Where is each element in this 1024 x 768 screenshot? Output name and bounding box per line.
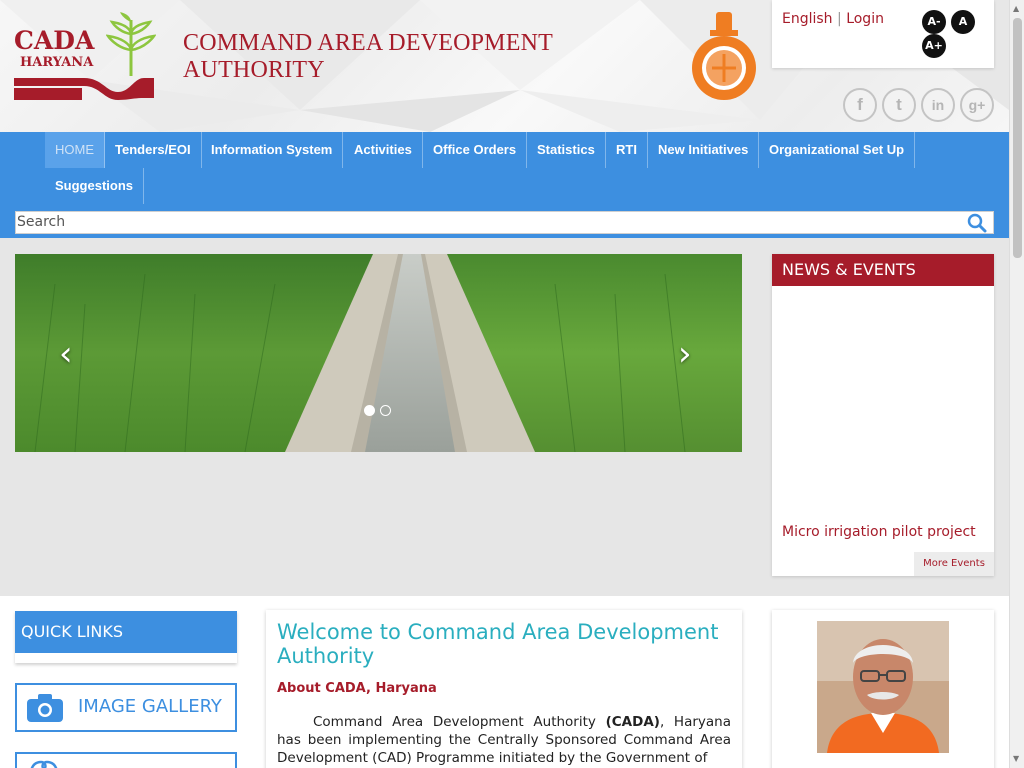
about-subtitle: About CADA, Haryana bbox=[277, 681, 437, 696]
para-text-start: Command Area Development Authority bbox=[313, 714, 606, 730]
news-events-panel: NEWS & EVENTS Micro irrigation pilot pro… bbox=[772, 254, 994, 576]
nav-item-new-initiatives[interactable]: New Initiatives bbox=[648, 132, 760, 168]
quick-link-icon bbox=[30, 760, 58, 768]
nav-item-activities[interactable]: Activities bbox=[344, 132, 423, 168]
utility-links: English | Login bbox=[782, 11, 884, 27]
slide-image bbox=[15, 254, 742, 452]
search-icon[interactable] bbox=[967, 213, 987, 233]
slider-prev-arrow-icon[interactable]: ‹ bbox=[59, 334, 73, 374]
scroll-up-arrow-icon[interactable]: ▲ bbox=[1013, 4, 1019, 13]
login-link[interactable]: Login bbox=[846, 11, 884, 27]
nav-item-information-system[interactable]: Information System bbox=[201, 132, 344, 168]
site-header: CADA HARYANA COMMAND AREA DEVEOPMENT AUT… bbox=[0, 0, 1009, 132]
utility-separator: | bbox=[837, 11, 842, 27]
more-events-button[interactable]: More Events bbox=[914, 552, 994, 576]
google-plus-icon[interactable]: g+ bbox=[960, 88, 994, 122]
haryana-emblem-icon bbox=[692, 12, 756, 100]
logo-text-cada: CADA bbox=[14, 26, 95, 55]
scrollbar-thumb[interactable] bbox=[1013, 18, 1022, 258]
slider-next-arrow-icon[interactable]: › bbox=[678, 334, 692, 374]
nav-item-office-orders[interactable]: Office Orders bbox=[423, 132, 528, 168]
linkedin-icon[interactable]: in bbox=[921, 88, 955, 122]
nav-item-suggestions[interactable]: Suggestions bbox=[45, 168, 145, 204]
camera-icon bbox=[27, 694, 63, 722]
sprout-icon bbox=[106, 12, 156, 76]
search-input[interactable]: Search bbox=[17, 214, 65, 230]
quick-links-panel: QUICK LINKS bbox=[15, 611, 237, 663]
scroll-down-arrow-icon[interactable]: ▼ bbox=[1013, 754, 1019, 763]
slider-dot-1[interactable] bbox=[364, 405, 375, 416]
font-increase-button[interactable]: A+ bbox=[922, 34, 946, 58]
logo-text-haryana: HARYANA bbox=[20, 55, 94, 70]
about-paragraph: Command Area Development Authority (CADA… bbox=[277, 713, 731, 767]
site-title: COMMAND AREA DEVEOPMENT AUTHORITY bbox=[183, 30, 553, 84]
nav-item-organizational-set-up[interactable]: Organizational Set Up bbox=[759, 132, 916, 168]
utility-panel: English | Login A- A A+ bbox=[772, 0, 994, 68]
image-slider: ‹ › bbox=[15, 254, 742, 452]
site-title-line2: AUTHORITY bbox=[183, 57, 325, 83]
slider-dot-2[interactable] bbox=[380, 405, 391, 416]
chief-minister-panel bbox=[772, 610, 994, 768]
nav-item-rti[interactable]: RTI bbox=[606, 132, 648, 168]
nav-item-home[interactable]: HOME bbox=[45, 132, 105, 168]
font-normal-button[interactable]: A bbox=[951, 10, 975, 34]
quick-link-button[interactable] bbox=[15, 752, 237, 768]
font-decrease-button[interactable]: A- bbox=[922, 10, 946, 34]
page-scrollbar[interactable]: ▲ ▼ bbox=[1009, 0, 1024, 768]
quick-links-title: QUICK LINKS bbox=[15, 611, 237, 653]
site-title-line1: COMMAND AREA DEVEOPMENT bbox=[183, 30, 553, 56]
news-item[interactable]: Micro irrigation pilot project bbox=[782, 524, 976, 540]
facebook-icon[interactable]: f bbox=[843, 88, 877, 122]
welcome-panel: Welcome to Command Area Development Auth… bbox=[266, 610, 742, 768]
language-link[interactable]: English bbox=[782, 11, 833, 27]
image-gallery-button[interactable]: IMAGE GALLERY bbox=[15, 683, 237, 732]
main-navigation: HOME Tenders/EOI Information System Acti… bbox=[0, 132, 1009, 210]
search-box[interactable]: Search bbox=[15, 211, 994, 234]
image-gallery-label: IMAGE GALLERY bbox=[78, 696, 222, 717]
chief-minister-photo bbox=[817, 621, 949, 753]
logo-ribbon bbox=[14, 78, 154, 100]
twitter-icon[interactable]: t bbox=[882, 88, 916, 122]
welcome-title: Welcome to Command Area Development Auth… bbox=[277, 620, 719, 668]
nav-item-tenders[interactable]: Tenders/EOI bbox=[105, 132, 202, 168]
news-events-title: NEWS & EVENTS bbox=[772, 254, 994, 286]
nav-item-statistics[interactable]: Statistics bbox=[527, 132, 606, 168]
para-text-bold: (CADA) bbox=[605, 714, 660, 730]
cada-logo[interactable]: CADA HARYANA bbox=[14, 10, 156, 102]
